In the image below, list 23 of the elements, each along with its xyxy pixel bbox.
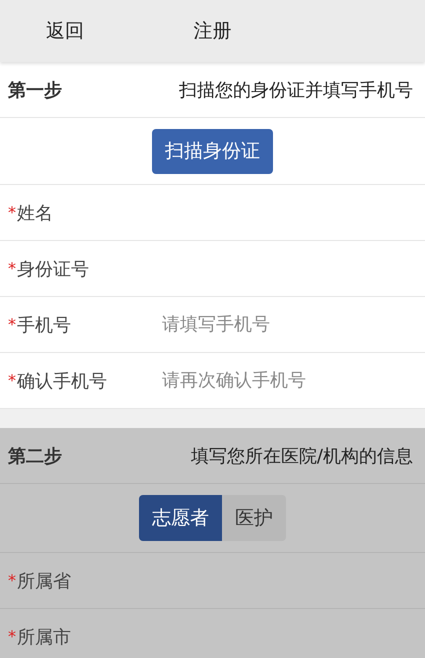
required-mark: * [8, 371, 16, 390]
page-title: 注册 [194, 19, 232, 44]
role-tab[interactable]: 志愿者 [139, 495, 222, 541]
field-label: 姓名 [17, 202, 53, 224]
required-mark: * [8, 627, 16, 646]
step-description: 扫描您的身份证并填写手机号 [179, 78, 414, 102]
field-label: 所属省 [17, 570, 71, 592]
back-link[interactable]: 返回 [46, 18, 84, 44]
step-label: 第二步 [8, 444, 63, 468]
field-label: 手机号 [17, 314, 71, 336]
field-label: 所属市 [17, 626, 71, 648]
required-mark: * [8, 315, 16, 334]
field-label: 确认手机号 [17, 370, 107, 392]
step-description: 填写您所在医院/机构的信息 [190, 444, 414, 468]
field-label: 身份证号 [17, 258, 89, 280]
input-field[interactable]: 请填写手机号 [160, 313, 417, 336]
step-label: 第一步 [8, 78, 63, 102]
scan-id-button[interactable]: 扫描身份证 [152, 128, 273, 174]
required-mark: * [8, 259, 16, 278]
input-field[interactable]: 请再次确认手机号 [160, 369, 417, 392]
required-mark: * [8, 571, 16, 590]
role-tab[interactable]: 医护 [222, 495, 286, 541]
required-mark: * [8, 203, 16, 222]
